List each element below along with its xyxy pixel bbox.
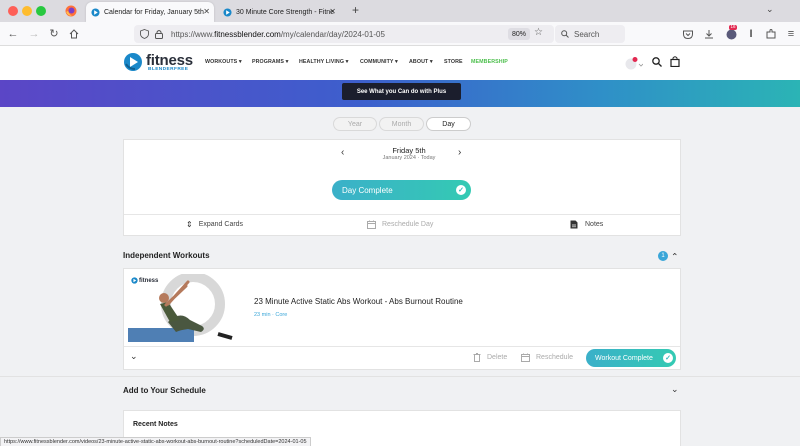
back-arrow-icon[interactable]: ← — [6, 27, 20, 41]
url-prefix: https://www. — [171, 29, 215, 39]
tab-title: Calendar for Friday, January 5th — [104, 8, 204, 16]
recent-notes-title: Recent Notes — [133, 421, 178, 428]
core-tab-favicon — [223, 7, 232, 17]
tab-calendar[interactable]: Calendar for Friday, January 5th ✕ — [86, 2, 214, 22]
divider — [0, 376, 800, 377]
tab-title: 30 Minute Core Strength - Fitne — [236, 8, 335, 16]
nav-about[interactable]: ABOUT ▾ — [409, 59, 433, 65]
notes-button[interactable]: Notes — [570, 220, 603, 229]
delete-workout-button[interactable]: Delete — [473, 353, 507, 362]
workout-meta: 23 min · Core — [254, 312, 288, 318]
reload-icon[interactable]: ↻ — [47, 27, 61, 41]
reader-icon[interactable]: I — [744, 27, 758, 41]
workout-thumbnail[interactable]: fitness — [128, 274, 248, 342]
url-domain: fitnessblender.com — [214, 29, 281, 39]
view-month-button[interactable]: Month — [379, 117, 424, 131]
logo-subtitle: BLENDERFREE — [148, 67, 189, 72]
calendar-icon — [367, 220, 376, 229]
reschedule-label: Reschedule — [536, 354, 573, 361]
expand-cards-label: Expand Cards — [198, 221, 244, 228]
shopping-bag-icon[interactable] — [670, 56, 680, 67]
site-header: fitness BLENDERFREE WORKOUTS ▾ PROGRAMS … — [0, 46, 800, 80]
calendar-tab-favicon — [91, 7, 100, 17]
workout-count-badge: 1 — [658, 251, 668, 261]
tab-core-strength[interactable]: 30 Minute Core Strength - Fitne ✕ — [218, 2, 342, 22]
notes-label: Notes — [585, 221, 604, 228]
trash-icon — [473, 353, 481, 362]
nav-programs[interactable]: PROGRAMS ▾ — [252, 59, 288, 65]
extension-avatar-icon[interactable]: 16 — [724, 24, 738, 41]
notification-count-badge: 16 — [729, 24, 738, 30]
divider — [124, 346, 680, 347]
close-tab-icon[interactable]: ✕ — [203, 7, 210, 16]
next-day-chevron-icon[interactable]: › — [458, 147, 461, 158]
delete-label: Delete — [487, 354, 508, 361]
thumbnail-logo: fitness — [131, 277, 158, 284]
divider — [124, 214, 680, 215]
zoom-window-button[interactable] — [36, 6, 46, 16]
workout-complete-label: Workout Complete — [595, 354, 653, 362]
lock-icon[interactable] — [155, 29, 163, 39]
nav-membership[interactable]: MEMBERSHIP — [471, 59, 508, 65]
expand-workout-chevron-icon[interactable]: ⌄ — [130, 351, 138, 362]
user-avatar[interactable] — [625, 57, 643, 70]
shield-icon[interactable] — [140, 29, 149, 39]
site-search-icon[interactable] — [652, 57, 662, 67]
thumbnail-logo-text: fitness — [139, 277, 159, 284]
day-complete-label: Day Complete — [342, 185, 393, 195]
reschedule-workout-button[interactable]: Reschedule — [521, 353, 573, 362]
nav-store[interactable]: STORE — [444, 59, 463, 65]
nav-workouts[interactable]: WORKOUTS ▾ — [205, 59, 242, 65]
expand-cards-button[interactable]: ⇕ Expand Cards — [186, 220, 243, 229]
view-day-button[interactable]: Day — [426, 117, 471, 131]
search-placeholder: Search — [574, 29, 600, 39]
bookmark-star-icon[interactable]: ☆ — [534, 27, 543, 38]
checkmark-icon: ✓ — [456, 185, 466, 195]
close-tab-icon[interactable]: ✕ — [329, 7, 336, 16]
close-window-button[interactable] — [8, 6, 18, 16]
prev-day-chevron-icon[interactable]: ‹ — [341, 147, 344, 158]
workout-title-link[interactable]: 23 Minute Active Static Abs Workout - Ab… — [254, 297, 463, 306]
expand-chevron-down-icon[interactable]: ⌄ — [671, 384, 679, 395]
list-tabs-chevron-icon[interactable]: ⌄ — [766, 4, 774, 15]
url-path: /my/calendar/day/2024-01-05 — [280, 29, 385, 39]
extensions-puzzle-icon[interactable] — [764, 27, 778, 41]
browser-nav-bar: ← → ↻ https://www. fitnessblender.com/my/… — [0, 22, 800, 46]
date-title: Friday 5th — [392, 146, 426, 155]
link-status-bar: https://www.fitnessblender.com/videos/23… — [0, 437, 311, 446]
home-icon[interactable] — [67, 27, 81, 41]
pocket-icon[interactable] — [681, 27, 695, 41]
reschedule-day-label: Reschedule Day — [382, 221, 434, 228]
workout-card: fitness 23 Minute Active Static Abs Work… — [123, 268, 681, 370]
view-year-button[interactable]: Year — [333, 117, 377, 131]
note-document-icon — [570, 220, 578, 229]
hamburger-menu-icon[interactable]: ≡ — [784, 27, 798, 41]
nav-healthy-living[interactable]: HEALTHY LIVING ▾ — [299, 59, 348, 65]
new-tab-icon[interactable]: + — [352, 3, 359, 17]
see-plus-button[interactable]: See What you Can do with Plus — [342, 83, 461, 100]
add-to-schedule-title[interactable]: Add to Your Schedule — [123, 386, 206, 395]
workout-complete-button[interactable]: Workout Complete ✓ — [586, 349, 676, 367]
fitness-blender-logo-icon[interactable] — [123, 52, 143, 72]
browser-tab-strip: Calendar for Friday, January 5th ✕ 30 Mi… — [0, 0, 800, 22]
expand-arrows-icon: ⇕ — [186, 220, 193, 229]
reschedule-day-button[interactable]: Reschedule Day — [367, 220, 433, 229]
downloads-icon[interactable] — [702, 27, 716, 41]
date-subtitle: January 2024 · Today — [382, 155, 436, 161]
calendar-icon — [521, 353, 530, 362]
promo-banner: See What you Can do with Plus — [0, 80, 800, 107]
browser-search-box[interactable]: Search — [555, 25, 625, 43]
day-complete-button[interactable]: Day Complete ✓ — [332, 180, 471, 200]
nav-community[interactable]: COMMUNITY ▾ — [360, 59, 398, 65]
firefox-icon[interactable] — [65, 5, 77, 17]
collapse-chevron-up-icon[interactable]: ⌄ — [671, 250, 679, 261]
checkmark-icon: ✓ — [663, 353, 673, 363]
zoom-level-badge[interactable]: 80% — [508, 28, 531, 40]
minimize-window-button[interactable] — [22, 6, 32, 16]
search-icon — [561, 30, 569, 38]
forward-arrow-icon[interactable]: → — [27, 27, 41, 41]
independent-workouts-title: Independent Workouts — [123, 251, 210, 260]
url-bar[interactable]: https://www. fitnessblender.com/my/calend… — [134, 25, 554, 43]
